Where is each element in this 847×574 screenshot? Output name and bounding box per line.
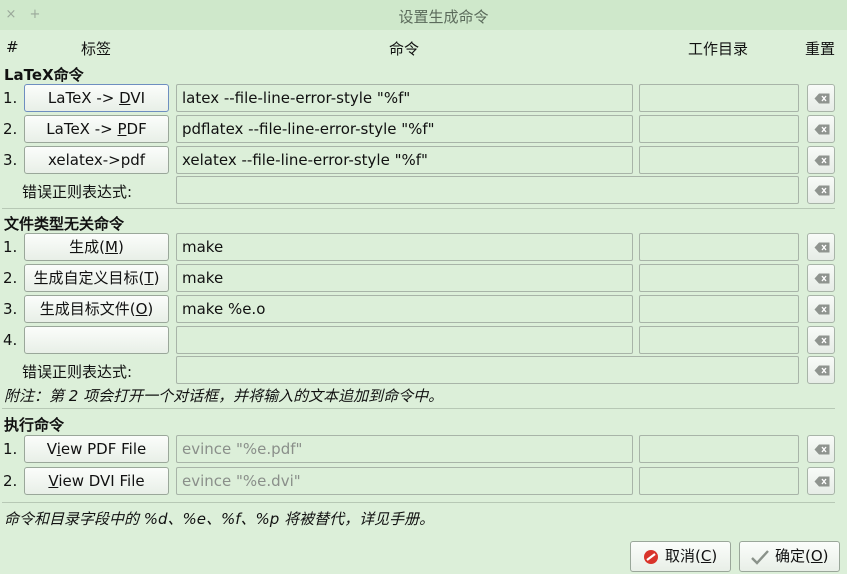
- reset-button[interactable]: [807, 146, 835, 174]
- row-number: 3.: [3, 300, 18, 318]
- reset-button[interactable]: [807, 295, 835, 323]
- row-number: 3.: [3, 151, 18, 169]
- cancel-label: 取消(C): [665, 547, 718, 565]
- command-field[interactable]: evince "%e.pdf": [176, 435, 633, 463]
- reset-button[interactable]: [807, 115, 835, 143]
- ok-button[interactable]: 确定(O): [739, 541, 840, 572]
- independent-note: 附注：第 2 项会打开一个对话框，并将输入的文本追加到命令中。: [4, 387, 444, 405]
- separator: [2, 502, 835, 503]
- workdir-field[interactable]: [639, 146, 799, 174]
- row-number: 2.: [3, 472, 18, 490]
- separator: [2, 408, 835, 409]
- reset-button[interactable]: [807, 176, 835, 204]
- regex-label: 错误正则表达式:: [22, 183, 133, 201]
- header-label: 标签: [81, 40, 112, 58]
- command-field[interactable]: make: [176, 233, 633, 261]
- workdir-field[interactable]: [639, 435, 799, 463]
- header-command: 命令: [389, 40, 420, 58]
- make-custom-target-button[interactable]: 生成自定义目标(T): [24, 264, 169, 292]
- row-number: 2.: [3, 269, 18, 287]
- row-number: 2.: [3, 120, 18, 138]
- footer-note: 命令和目录字段中的 %d、%e、%f、%p 将被替代，详见手册。: [4, 510, 435, 528]
- reset-button[interactable]: [807, 435, 835, 463]
- row-number: 1.: [3, 440, 18, 458]
- workdir-field[interactable]: [639, 233, 799, 261]
- workdir-field[interactable]: [639, 84, 799, 112]
- command-field[interactable]: [176, 326, 633, 354]
- reset-button[interactable]: [807, 326, 835, 354]
- workdir-field[interactable]: [639, 326, 799, 354]
- section-execute-title: 执行命令: [4, 416, 65, 434]
- separator: [2, 208, 835, 209]
- row-number: 4.: [3, 331, 18, 349]
- command-field[interactable]: latex --file-line-error-style "%f": [176, 84, 633, 112]
- command-field[interactable]: xelatex --file-line-error-style "%f": [176, 146, 633, 174]
- command-field[interactable]: evince "%e.dvi": [176, 467, 633, 495]
- workdir-field[interactable]: [639, 264, 799, 292]
- latex-dvi-button[interactable]: LaTeX -> DVI: [24, 84, 169, 112]
- row-number: 1.: [3, 89, 18, 107]
- make-object-button[interactable]: 生成目标文件(O): [24, 295, 169, 323]
- workdir-field[interactable]: [639, 115, 799, 143]
- command-field[interactable]: make: [176, 264, 633, 292]
- window-title: 设置生成命令: [398, 8, 489, 26]
- regex-field[interactable]: [176, 356, 799, 384]
- header-number: #: [6, 38, 19, 56]
- cancel-icon: [644, 550, 658, 564]
- reset-button[interactable]: [807, 356, 835, 384]
- header-workdir: 工作目录: [688, 40, 749, 58]
- view-dvi-button[interactable]: View DVI File: [24, 467, 169, 495]
- section-latex-title: LaTeX命令: [4, 66, 84, 84]
- xelatex-pdf-button[interactable]: xelatex->pdf: [24, 146, 169, 174]
- command-field[interactable]: pdflatex --file-line-error-style "%f": [176, 115, 633, 143]
- make-button[interactable]: 生成(M): [24, 233, 169, 261]
- reset-button[interactable]: [807, 467, 835, 495]
- section-independent-title: 文件类型无关命令: [4, 215, 125, 233]
- command-field[interactable]: make %e.o: [176, 295, 633, 323]
- latex-pdf-button[interactable]: LaTeX -> PDF: [24, 115, 169, 143]
- checkmark-icon: [751, 550, 769, 565]
- header-reset: 重置: [805, 40, 836, 58]
- reset-button[interactable]: [807, 264, 835, 292]
- custom-command-button[interactable]: [24, 326, 169, 354]
- cancel-button[interactable]: 取消(C): [630, 541, 731, 572]
- workdir-field[interactable]: [639, 295, 799, 323]
- ok-label: 确定(O): [775, 547, 829, 565]
- reset-button[interactable]: [807, 84, 835, 112]
- reset-button[interactable]: [807, 233, 835, 261]
- workdir-field[interactable]: [639, 467, 799, 495]
- regex-label: 错误正则表达式:: [22, 363, 133, 381]
- regex-field[interactable]: [176, 176, 799, 204]
- row-number: 1.: [3, 238, 18, 256]
- view-pdf-button[interactable]: View PDF File: [24, 435, 169, 463]
